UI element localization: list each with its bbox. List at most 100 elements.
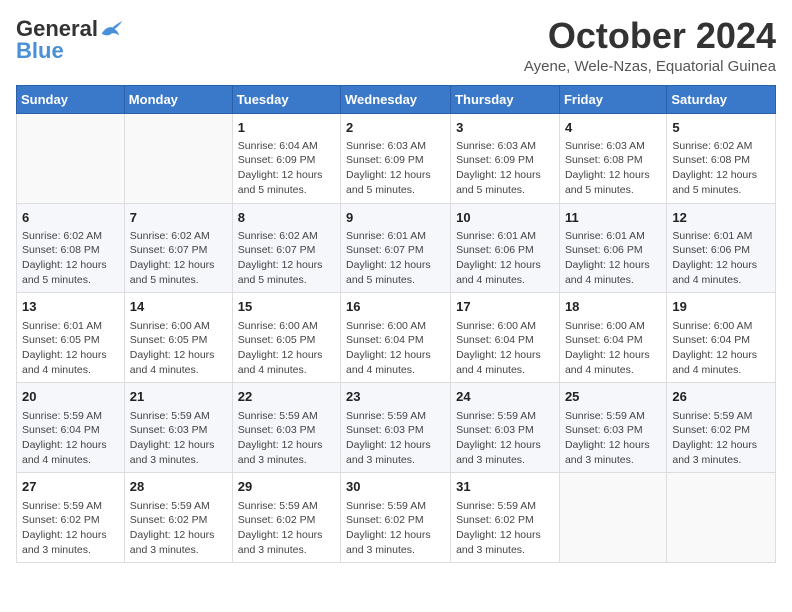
cell-info: Sunset: 6:07 PM xyxy=(346,243,445,258)
calendar-cell: 14Sunrise: 6:00 AMSunset: 6:05 PMDayligh… xyxy=(124,293,232,383)
cell-info: Sunrise: 6:01 AM xyxy=(672,229,770,244)
calendar-cell: 23Sunrise: 5:59 AMSunset: 6:03 PMDayligh… xyxy=(341,383,451,473)
cell-info: Daylight: 12 hours and 3 minutes. xyxy=(346,438,445,467)
calendar-cell: 26Sunrise: 5:59 AMSunset: 6:02 PMDayligh… xyxy=(667,383,776,473)
day-number: 28 xyxy=(130,478,227,496)
header-saturday: Saturday xyxy=(667,85,776,113)
day-number: 1 xyxy=(238,119,335,137)
cell-info: Daylight: 12 hours and 4 minutes. xyxy=(238,348,335,377)
location-text: Ayene, Wele-Nzas, Equatorial Guinea xyxy=(524,58,776,75)
cell-info: Daylight: 12 hours and 5 minutes. xyxy=(22,258,119,287)
cell-info: Sunrise: 6:01 AM xyxy=(22,319,119,334)
calendar-cell: 15Sunrise: 6:00 AMSunset: 6:05 PMDayligh… xyxy=(232,293,340,383)
cell-info: Daylight: 12 hours and 3 minutes. xyxy=(130,438,227,467)
calendar-cell: 11Sunrise: 6:01 AMSunset: 6:06 PMDayligh… xyxy=(559,203,666,293)
cell-info: Sunrise: 6:04 AM xyxy=(238,139,335,154)
calendar-cell: 19Sunrise: 6:00 AMSunset: 6:04 PMDayligh… xyxy=(667,293,776,383)
cell-info: Sunset: 6:02 PM xyxy=(456,513,554,528)
calendar-cell: 7Sunrise: 6:02 AMSunset: 6:07 PMDaylight… xyxy=(124,203,232,293)
cell-info: Daylight: 12 hours and 5 minutes. xyxy=(346,168,445,197)
calendar-table: SundayMondayTuesdayWednesdayThursdayFrid… xyxy=(16,85,776,564)
cell-info: Sunrise: 5:59 AM xyxy=(22,409,119,424)
header-sunday: Sunday xyxy=(17,85,125,113)
day-number: 17 xyxy=(456,298,554,316)
cell-info: Daylight: 12 hours and 4 minutes. xyxy=(565,348,661,377)
page-header: General Blue October 2024 Ayene, Wele-Nz… xyxy=(16,16,776,75)
cell-info: Daylight: 12 hours and 3 minutes. xyxy=(456,438,554,467)
cell-info: Sunrise: 6:03 AM xyxy=(456,139,554,154)
logo-blue-text: Blue xyxy=(16,38,64,64)
cell-info: Sunrise: 5:59 AM xyxy=(346,499,445,514)
calendar-cell: 18Sunrise: 6:00 AMSunset: 6:04 PMDayligh… xyxy=(559,293,666,383)
day-number: 25 xyxy=(565,388,661,406)
header-thursday: Thursday xyxy=(451,85,560,113)
cell-info: Sunset: 6:03 PM xyxy=(130,423,227,438)
day-number: 10 xyxy=(456,209,554,227)
day-number: 24 xyxy=(456,388,554,406)
calendar-cell: 4Sunrise: 6:03 AMSunset: 6:08 PMDaylight… xyxy=(559,113,666,203)
cell-info: Sunset: 6:03 PM xyxy=(238,423,335,438)
cell-info: Daylight: 12 hours and 4 minutes. xyxy=(456,348,554,377)
calendar-cell: 27Sunrise: 5:59 AMSunset: 6:02 PMDayligh… xyxy=(17,473,125,563)
cell-info: Sunset: 6:07 PM xyxy=(130,243,227,258)
calendar-cell: 28Sunrise: 5:59 AMSunset: 6:02 PMDayligh… xyxy=(124,473,232,563)
cell-info: Daylight: 12 hours and 5 minutes. xyxy=(456,168,554,197)
day-number: 8 xyxy=(238,209,335,227)
cell-info: Sunset: 6:03 PM xyxy=(565,423,661,438)
cell-info: Sunrise: 5:59 AM xyxy=(672,409,770,424)
cell-info: Sunrise: 5:59 AM xyxy=(238,409,335,424)
calendar-cell xyxy=(124,113,232,203)
week-row-4: 20Sunrise: 5:59 AMSunset: 6:04 PMDayligh… xyxy=(17,383,776,473)
cell-info: Daylight: 12 hours and 4 minutes. xyxy=(346,348,445,377)
cell-info: Sunset: 6:08 PM xyxy=(22,243,119,258)
cell-info: Daylight: 12 hours and 4 minutes. xyxy=(672,348,770,377)
calendar-cell: 13Sunrise: 6:01 AMSunset: 6:05 PMDayligh… xyxy=(17,293,125,383)
calendar-cell xyxy=(559,473,666,563)
week-row-1: 1Sunrise: 6:04 AMSunset: 6:09 PMDaylight… xyxy=(17,113,776,203)
cell-info: Sunrise: 6:00 AM xyxy=(346,319,445,334)
calendar-cell: 2 Sunrise: 6:03 AMSunset: 6:09 PMDaylight… xyxy=(341,113,451,203)
cell-info: Sunset: 6:02 PM xyxy=(672,423,770,438)
calendar-cell: 5Sunrise: 6:02 AMSunset: 6:08 PMDaylight… xyxy=(667,113,776,203)
cell-info: Sunset: 6:02 PM xyxy=(238,513,335,528)
cell-info: Sunrise: 6:00 AM xyxy=(130,319,227,334)
calendar-cell: 1Sunrise: 6:04 AMSunset: 6:09 PMDaylight… xyxy=(232,113,340,203)
cell-info: Sunset: 6:02 PM xyxy=(130,513,227,528)
calendar-cell: 29Sunrise: 5:59 AMSunset: 6:02 PMDayligh… xyxy=(232,473,340,563)
calendar-body: 1Sunrise: 6:04 AMSunset: 6:09 PMDaylight… xyxy=(17,113,776,563)
cell-info: Sunrise: 5:59 AM xyxy=(456,409,554,424)
cell-info: Daylight: 12 hours and 5 minutes. xyxy=(672,168,770,197)
cell-info: Sunset: 6:04 PM xyxy=(672,333,770,348)
cell-info: Sunrise: 6:01 AM xyxy=(565,229,661,244)
day-number: 9 xyxy=(346,209,445,227)
day-number: 15 xyxy=(238,298,335,316)
day-number: 22 xyxy=(238,388,335,406)
cell-info: Daylight: 12 hours and 5 minutes. xyxy=(565,168,661,197)
cell-info: Sunrise: 6:03 AM xyxy=(346,139,445,154)
day-number: 18 xyxy=(565,298,661,316)
cell-info: Sunset: 6:04 PM xyxy=(456,333,554,348)
month-title: October 2024 xyxy=(524,16,776,56)
calendar-cell xyxy=(667,473,776,563)
cell-info: Sunrise: 6:01 AM xyxy=(456,229,554,244)
cell-info: Sunrise: 5:59 AM xyxy=(238,499,335,514)
cell-info: Daylight: 12 hours and 4 minutes. xyxy=(672,258,770,287)
day-number: 6 xyxy=(22,209,119,227)
cell-info: Daylight: 12 hours and 4 minutes. xyxy=(456,258,554,287)
calendar-cell: 31Sunrise: 5:59 AMSunset: 6:02 PMDayligh… xyxy=(451,473,560,563)
cell-info: Sunset: 6:02 PM xyxy=(346,513,445,528)
cell-info: Sunset: 6:04 PM xyxy=(22,423,119,438)
cell-info: Sunrise: 5:59 AM xyxy=(456,499,554,514)
day-number: 19 xyxy=(672,298,770,316)
cell-info: Sunrise: 6:02 AM xyxy=(130,229,227,244)
cell-info: Sunrise: 6:00 AM xyxy=(456,319,554,334)
cell-info: Sunrise: 6:03 AM xyxy=(565,139,661,154)
calendar-cell: 25Sunrise: 5:59 AMSunset: 6:03 PMDayligh… xyxy=(559,383,666,473)
cell-info: Sunset: 6:09 PM xyxy=(346,153,445,168)
cell-info: Daylight: 12 hours and 3 minutes. xyxy=(672,438,770,467)
day-number: 2 xyxy=(346,119,445,137)
cell-info: Daylight: 12 hours and 3 minutes. xyxy=(22,528,119,557)
title-block: October 2024 Ayene, Wele-Nzas, Equatoria… xyxy=(524,16,776,75)
cell-info: Sunrise: 5:59 AM xyxy=(130,409,227,424)
cell-info: Sunset: 6:09 PM xyxy=(238,153,335,168)
